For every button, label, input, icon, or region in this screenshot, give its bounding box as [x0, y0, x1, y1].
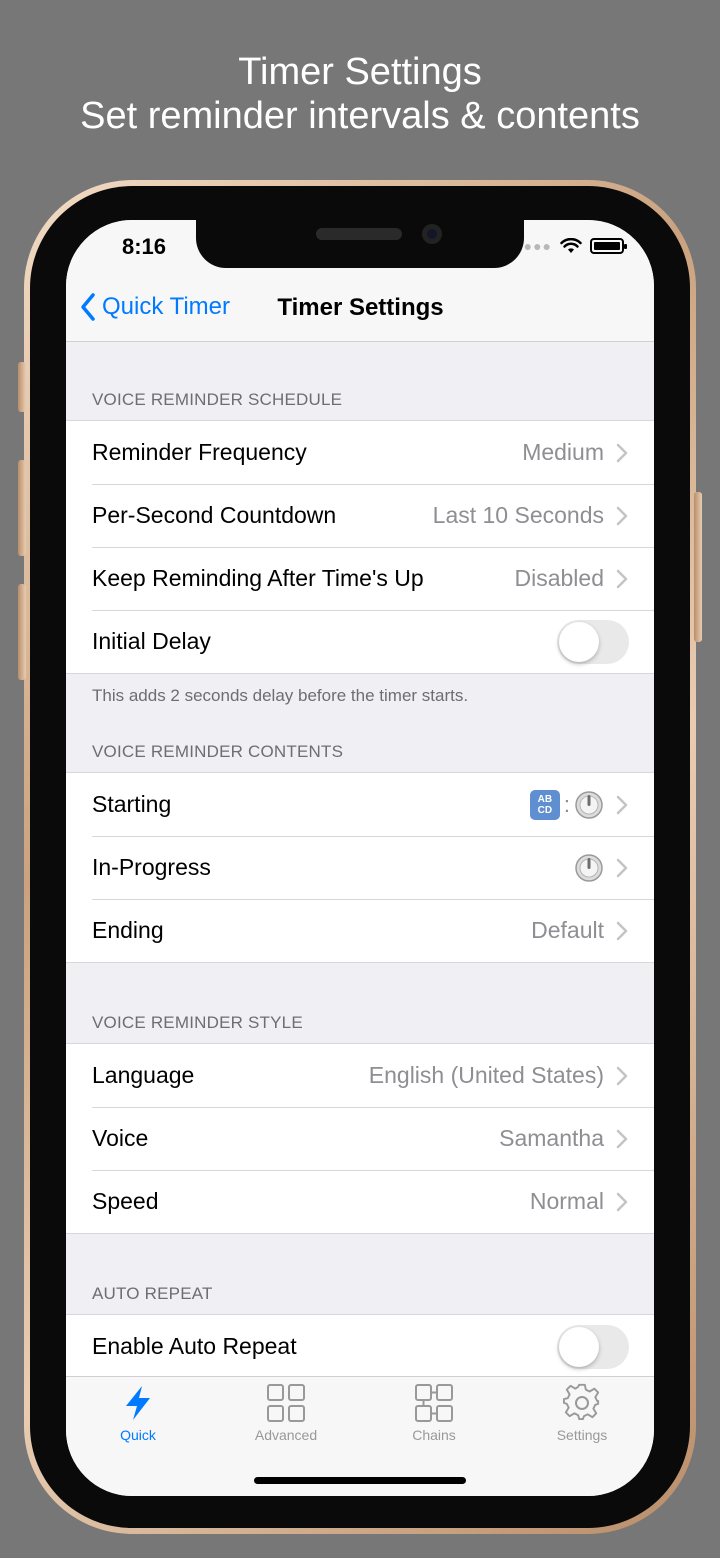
row-label: In-Progress [92, 854, 211, 880]
group-schedule: Reminder Frequency Medium Per-Second Cou… [66, 420, 654, 674]
row-label: Speed [92, 1188, 159, 1214]
notch [196, 220, 524, 268]
row-label: Initial Delay [92, 628, 211, 654]
section-footer-schedule: This adds 2 seconds delay before the tim… [92, 686, 469, 705]
row-ending[interactable]: Ending Default [66, 899, 654, 962]
row-value: Default [531, 917, 604, 943]
chevron-right-icon [616, 795, 628, 814]
phone-screen: 8:16 ●●●● Quick Timer Timer Settings VOI… [66, 220, 654, 1496]
tab-advanced[interactable]: Advanced [216, 1383, 356, 1443]
separator-colon: : [563, 791, 570, 817]
gauge-icon [575, 853, 603, 882]
chevron-right-icon [616, 1192, 628, 1211]
mute-switch [18, 362, 26, 412]
chevron-right-icon [616, 506, 628, 525]
section-header-style: VOICE REMINDER STYLE [92, 1013, 303, 1032]
row-per-second-countdown[interactable]: Per-Second Countdown Last 10 Seconds [66, 484, 654, 547]
gauge-icon [575, 790, 603, 819]
chain-grid-icon [415, 1384, 453, 1422]
row-value: Last 10 Seconds [432, 502, 604, 528]
page-title: Timer Settings [277, 294, 444, 321]
tab-quick[interactable]: Quick [68, 1383, 208, 1443]
row-label: Ending [92, 917, 164, 943]
side-button [694, 492, 702, 642]
row-value: Normal [529, 1188, 604, 1214]
chevron-right-icon [616, 921, 628, 940]
tab-label: Quick [120, 1427, 156, 1443]
row-label: Reminder Frequency [92, 439, 307, 465]
row-label: Voice [92, 1125, 149, 1151]
row-starting[interactable]: Starting AB CD : [66, 773, 654, 836]
tab-bar: Quick Advanced Chains Settings [66, 1376, 654, 1496]
section-header-schedule: VOICE REMINDER SCHEDULE [92, 390, 343, 409]
status-time: 8:16 [122, 234, 167, 259]
row-speed[interactable]: Speed Normal [66, 1170, 654, 1233]
row-value: Samantha [499, 1125, 604, 1151]
caption-subtitle: Set reminder intervals & contents [80, 95, 640, 137]
marketing-caption: Timer Settings Set reminder intervals & … [0, 50, 720, 138]
chevron-right-icon [616, 1129, 628, 1148]
row-in-progress[interactable]: In-Progress [66, 836, 654, 899]
gear-icon [563, 1383, 600, 1421]
row-label: Language [92, 1062, 195, 1088]
row-voice[interactable]: Voice Samantha [66, 1107, 654, 1170]
battery-icon [590, 238, 627, 254]
navigation-bar: Quick Timer Timer Settings [66, 276, 654, 342]
wifi-icon [560, 238, 582, 253]
settings-list[interactable]: VOICE REMINDER SCHEDULE Reminder Frequen… [66, 342, 654, 1376]
auto-repeat-toggle[interactable] [557, 1324, 629, 1369]
grid-icon [267, 1384, 305, 1422]
caption-title: Timer Settings [238, 51, 482, 93]
volume-up-button [18, 460, 26, 556]
row-language[interactable]: Language English (United States) [66, 1044, 654, 1107]
lightning-icon [126, 1386, 150, 1420]
earpiece-speaker [316, 228, 402, 240]
chevron-right-icon [616, 443, 628, 462]
abcd-icon: AB CD [529, 789, 560, 820]
initial-delay-toggle[interactable] [557, 619, 629, 664]
status-icons: ●●●● [514, 238, 627, 254]
tab-label: Chains [412, 1427, 456, 1443]
front-camera [422, 224, 442, 244]
chevron-right-icon [616, 1066, 628, 1085]
home-indicator [254, 1477, 466, 1484]
row-keep-reminding[interactable]: Keep Reminding After Time's Up Disabled [66, 547, 654, 610]
volume-down-button [18, 584, 26, 680]
group-style: Language English (United States) Voice S… [66, 1043, 654, 1234]
row-label: Per-Second Countdown [92, 502, 337, 528]
row-initial-delay: Initial Delay [66, 610, 654, 673]
group-auto-repeat: Enable Auto Repeat [66, 1314, 654, 1376]
section-header-contents: VOICE REMINDER CONTENTS [92, 742, 344, 761]
row-reminder-frequency[interactable]: Reminder Frequency Medium [66, 421, 654, 484]
row-label: Enable Auto Repeat [92, 1333, 297, 1359]
tab-settings[interactable]: Settings [512, 1383, 652, 1443]
row-label: Keep Reminding After Time's Up [92, 565, 424, 591]
chevron-right-icon [616, 858, 628, 877]
row-value: Medium [522, 439, 604, 465]
chevron-right-icon [616, 569, 628, 588]
row-enable-auto-repeat: Enable Auto Repeat [66, 1315, 654, 1376]
tab-label: Advanced [254, 1427, 318, 1443]
row-value: Disabled [514, 565, 605, 591]
tab-chains[interactable]: Chains [364, 1383, 504, 1443]
row-label: Starting [92, 791, 172, 817]
section-header-auto-repeat: AUTO REPEAT [92, 1284, 213, 1303]
tab-label: Settings [556, 1427, 608, 1443]
group-contents: Starting AB CD : In-Progress Ending Defa… [66, 772, 654, 963]
row-value: English (United States) [368, 1062, 604, 1088]
